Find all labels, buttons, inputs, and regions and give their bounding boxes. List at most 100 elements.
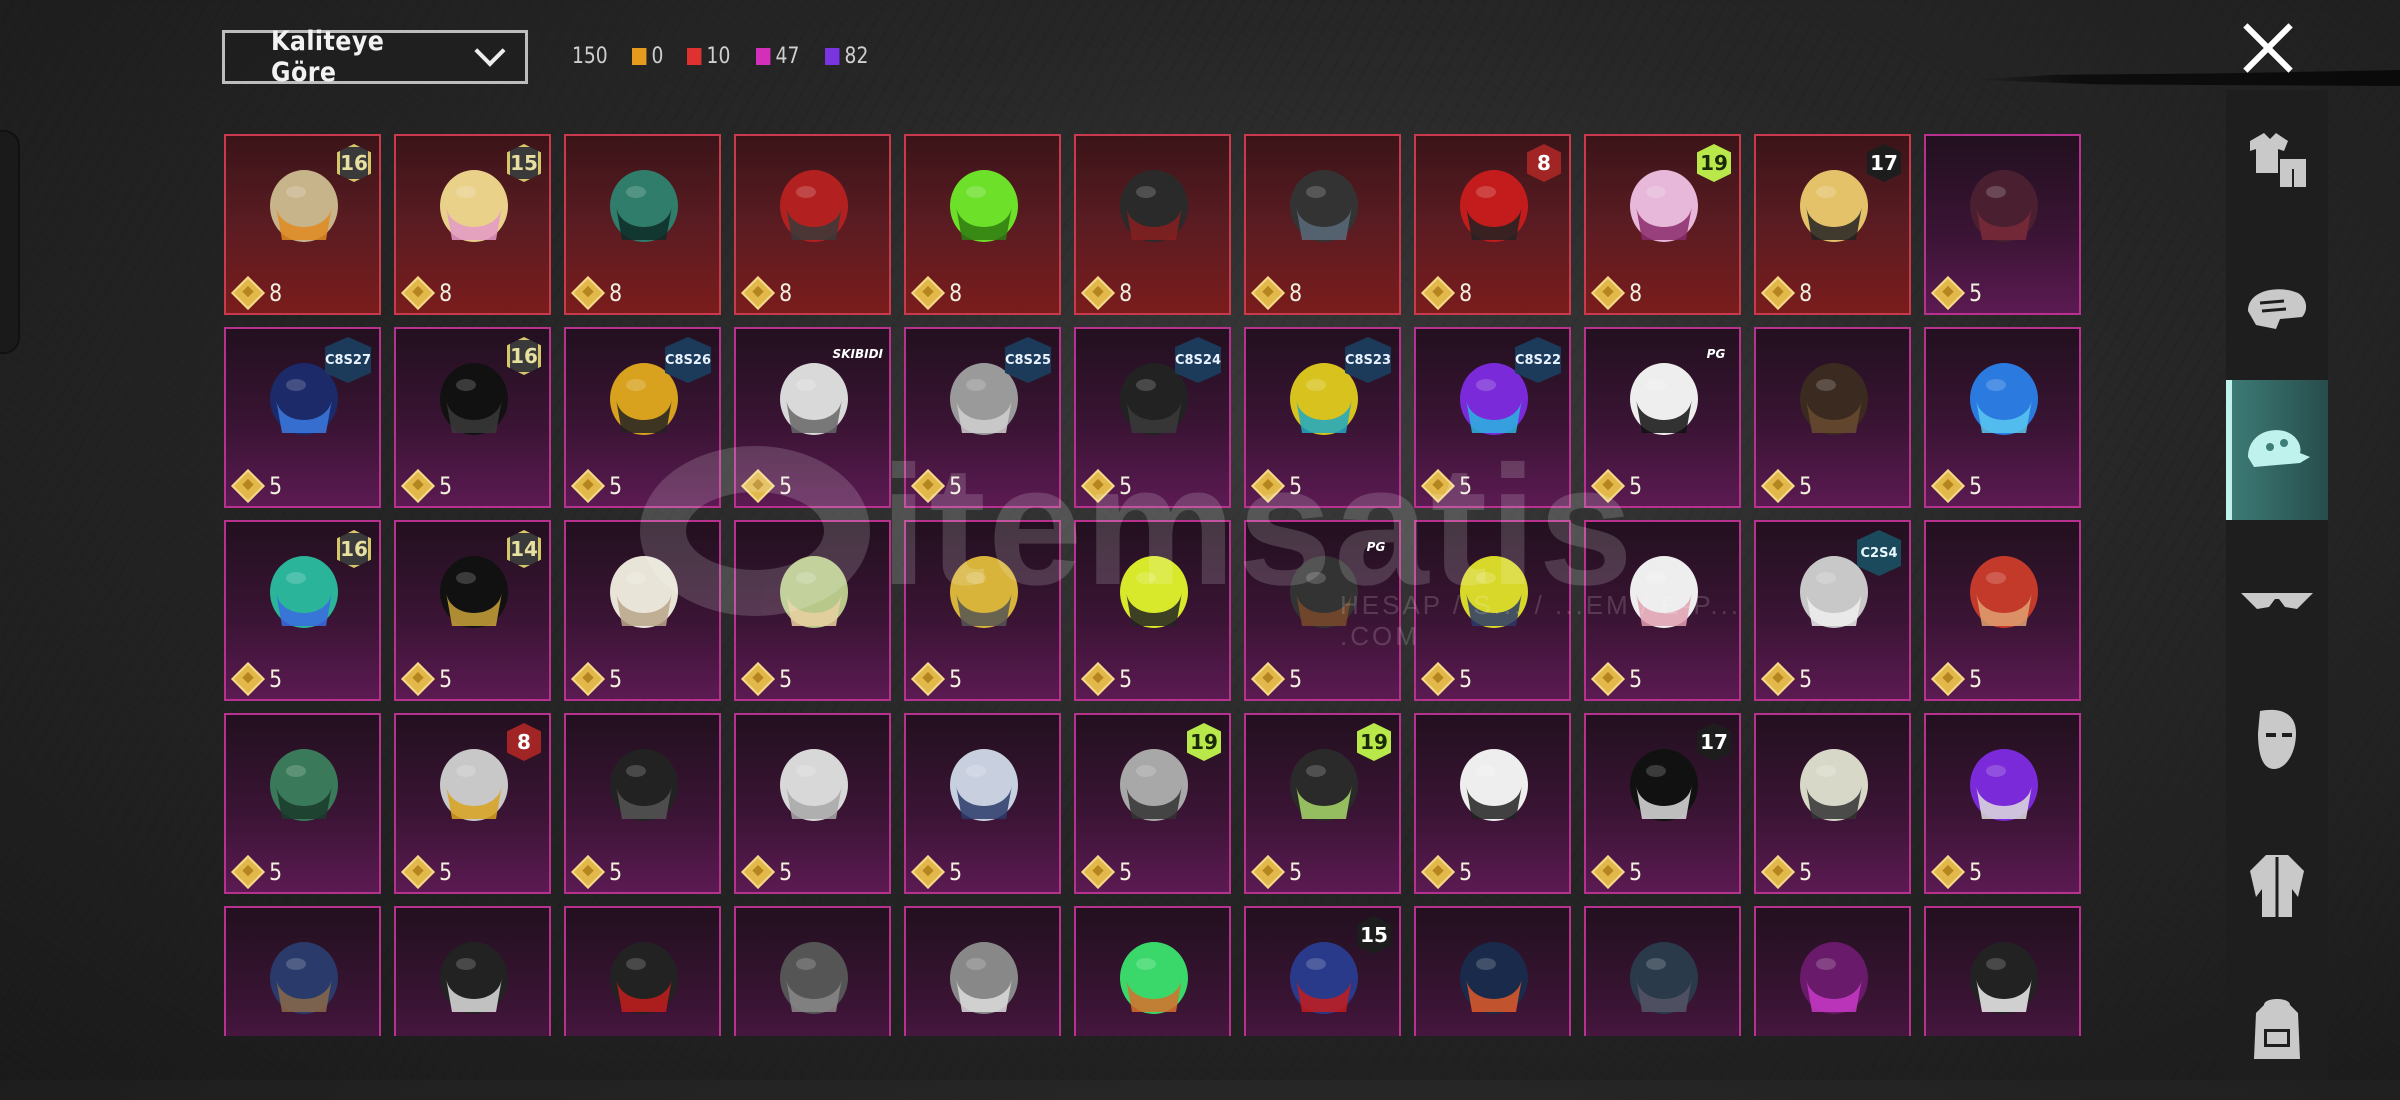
- item-card[interactable]: 5: [1414, 520, 1571, 701]
- sidebar-item-helmet[interactable]: [2226, 238, 2328, 378]
- sidebar-item-mask[interactable]: [2226, 670, 2328, 810]
- item-card[interactable]: 5: [734, 713, 891, 894]
- item-card[interactable]: C8S27 5: [224, 327, 381, 508]
- item-card[interactable]: 8: [564, 134, 721, 315]
- item-card[interactable]: 5: [1924, 520, 2081, 701]
- item-price-value: 5: [949, 665, 963, 693]
- item-card[interactable]: C2S4 5: [1754, 520, 1911, 701]
- item-card[interactable]: [1414, 906, 1571, 1036]
- item-card[interactable]: [904, 906, 1061, 1036]
- item-price: 5: [1760, 855, 1813, 889]
- item-price-value: 5: [779, 858, 793, 886]
- item-price-value: 5: [1969, 279, 1983, 307]
- item-price: 5: [740, 855, 793, 889]
- item-price: 5: [230, 855, 283, 889]
- item-card[interactable]: 5: [1074, 520, 1231, 701]
- green-helmet-icon: [270, 749, 338, 821]
- item-card[interactable]: 5: [1924, 327, 2081, 508]
- punk-mask-icon: [1970, 749, 2038, 821]
- gem-icon: [911, 662, 945, 696]
- close-icon[interactable]: [2240, 20, 2296, 76]
- item-card[interactable]: 88: [1414, 134, 1571, 315]
- item-card[interactable]: [734, 906, 891, 1036]
- item-card[interactable]: [394, 906, 551, 1036]
- gold-crown-icon: [950, 556, 1018, 628]
- item-card[interactable]: [1074, 906, 1231, 1036]
- cap-mask-icon: [1290, 170, 1358, 242]
- item-card[interactable]: C8S24 5: [1074, 327, 1231, 508]
- item-badge: PG: [1366, 540, 1386, 554]
- item-card[interactable]: SKIBIDI 5: [734, 327, 891, 508]
- item-card[interactable]: PG 5: [1244, 520, 1401, 701]
- item-price-value: 8: [949, 279, 963, 307]
- item-card[interactable]: 19 5: [1244, 713, 1401, 894]
- item-card[interactable]: [564, 906, 721, 1036]
- gem-icon: [1251, 662, 1285, 696]
- item-card[interactable]: 85: [394, 713, 551, 894]
- item-card[interactable]: 17 5: [1584, 713, 1741, 894]
- item-card[interactable]: [1754, 906, 1911, 1036]
- item-card[interactable]: 5: [224, 713, 381, 894]
- cap-icon: [2248, 430, 2310, 467]
- item-price: 8: [1590, 276, 1643, 310]
- gem-icon: [571, 276, 605, 310]
- item-card[interactable]: 5: [904, 520, 1061, 701]
- item-price-value: 5: [609, 665, 623, 693]
- item-card[interactable]: 8: [904, 134, 1061, 315]
- item-card[interactable]: 16 5: [394, 327, 551, 508]
- item-card[interactable]: [224, 906, 381, 1036]
- item-card[interactable]: 8: [734, 134, 891, 315]
- item-price: 5: [400, 662, 453, 696]
- gem-icon: [741, 276, 775, 310]
- item-card[interactable]: 5: [1584, 520, 1741, 701]
- item-price: 5: [230, 662, 283, 696]
- gem-icon: [231, 469, 265, 503]
- item-card[interactable]: 19 8: [1584, 134, 1741, 315]
- item-price: 8: [400, 276, 453, 310]
- item-card[interactable]: 5: [734, 520, 891, 701]
- sort-dropdown[interactable]: Kaliteye Göre: [222, 26, 528, 88]
- sidebar-item-cap[interactable]: [2226, 380, 2328, 520]
- gem-icon: [231, 662, 265, 696]
- item-price: 8: [910, 276, 963, 310]
- sidebar-item-outfit[interactable]: [2226, 90, 2328, 230]
- item-card[interactable]: C8S23 5: [1244, 327, 1401, 508]
- item-card[interactable]: C8S26 5: [564, 327, 721, 508]
- item-card[interactable]: 14 5: [394, 520, 551, 701]
- item-card[interactable]: PG 5: [1584, 327, 1741, 508]
- item-card[interactable]: 16 8: [224, 134, 381, 315]
- glasses-icon: [2241, 593, 2313, 609]
- item-card[interactable]: 5: [564, 520, 721, 701]
- item-card[interactable]: 17 8: [1754, 134, 1911, 315]
- item-price-value: 5: [1459, 858, 1473, 886]
- item-card[interactable]: [1924, 906, 2081, 1036]
- item-card[interactable]: 5: [1924, 134, 2081, 315]
- item-price-value: 5: [1289, 665, 1303, 693]
- item-price-value: 8: [609, 279, 623, 307]
- item-card[interactable]: C8S25 5: [904, 327, 1061, 508]
- item-card[interactable]: 5: [904, 713, 1061, 894]
- stat-pink: 47: [756, 44, 799, 69]
- sidebar-item-backpack[interactable]: [2226, 960, 2328, 1100]
- gem-icon: [1081, 469, 1115, 503]
- item-card[interactable]: C8S22 5: [1414, 327, 1571, 508]
- item-card[interactable]: [1584, 906, 1741, 1036]
- item-card[interactable]: 16 5: [224, 520, 381, 701]
- item-price: 5: [230, 469, 283, 503]
- item-price: 8: [1080, 276, 1133, 310]
- item-card[interactable]: 5: [1924, 713, 2081, 894]
- sidebar-item-glasses[interactable]: [2226, 530, 2328, 670]
- dino-hat-icon: [780, 556, 848, 628]
- sidebar-item-jacket[interactable]: [2226, 816, 2328, 956]
- item-card[interactable]: 8: [1244, 134, 1401, 315]
- item-card[interactable]: 19 5: [1074, 713, 1231, 894]
- item-price: 5: [1080, 662, 1133, 696]
- item-card[interactable]: 5: [564, 713, 721, 894]
- item-card[interactable]: 5: [1414, 713, 1571, 894]
- item-card[interactable]: 15: [1244, 906, 1401, 1036]
- item-card[interactable]: 8: [1074, 134, 1231, 315]
- item-price-value: 5: [1629, 472, 1643, 500]
- item-card[interactable]: 5: [1754, 327, 1911, 508]
- item-card[interactable]: 15 8: [394, 134, 551, 315]
- item-card[interactable]: 5: [1754, 713, 1911, 894]
